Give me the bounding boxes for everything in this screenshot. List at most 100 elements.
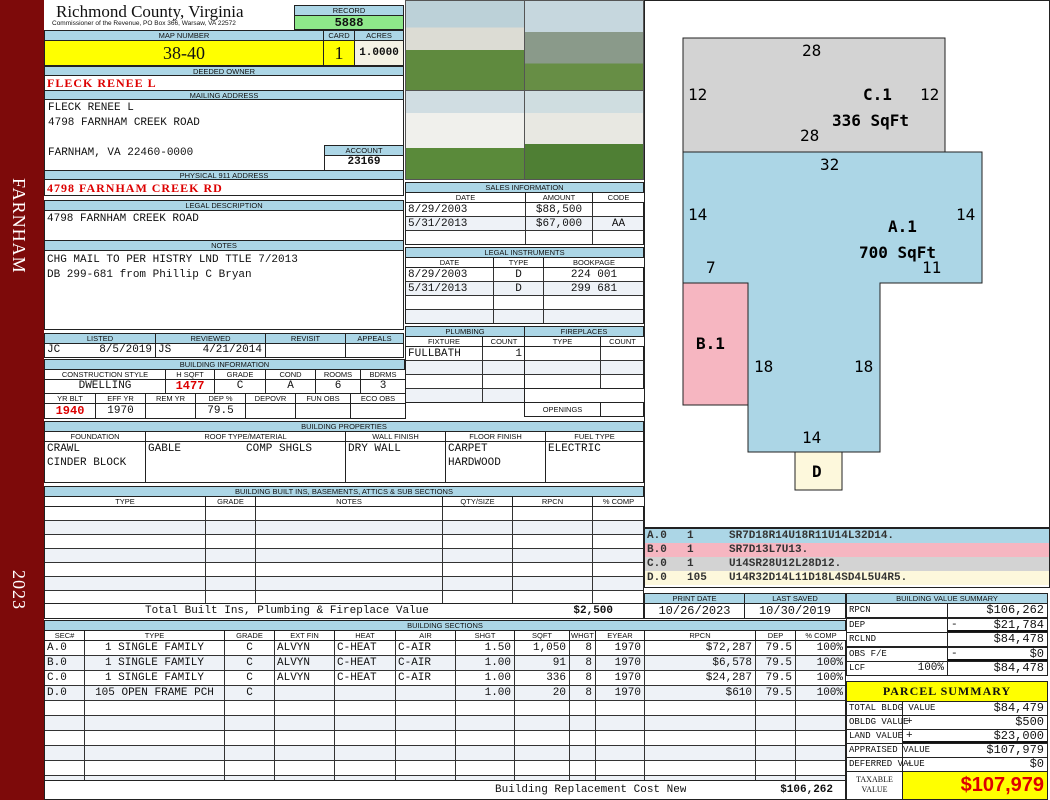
plumbing-body: FULLBATH 1 [405,346,525,403]
section-cell: 105 OPEN FRAME PCH [85,686,225,701]
sales-cell: 8/29/2003 [406,203,526,217]
builtin-row [45,549,643,563]
section-cell: ALVYN [275,641,335,656]
section-cell [335,761,396,776]
sketch-dimension: 28 [800,126,819,145]
property-photo[interactable] [524,90,644,180]
builtin-cell [256,535,443,549]
sketch-code-row: A.0 1 SR7D18R14U18R11U14L32D14. [645,529,1049,543]
building-info-value: 1970 [95,403,146,419]
parcel-label-cell: TOTAL BLDG VALUE [846,701,935,716]
card-number: 1 [323,40,355,66]
section-cell [570,701,596,716]
section-cell [756,746,796,761]
mailing-line: 4798 FARNHAM CREEK ROAD [48,117,200,129]
builtins-total-value: $2,500 [573,605,613,617]
building-info-value: DWELLING [44,379,166,394]
section-cell: C-HEAT [335,656,396,671]
wall-finish: DRY WALL [345,441,446,483]
section-cell: 1970 [596,641,645,656]
appeals-value [345,343,404,358]
builtin-cell [256,521,443,535]
foundation-value: CRAWL [47,443,81,455]
section-cell [275,716,335,731]
building-info-value: 79.5 [195,403,246,419]
section-cell [396,731,456,746]
section-cell [456,746,515,761]
plumbing-row: FULLBATH 1 [406,347,524,361]
section-cell: B.0 [45,656,85,671]
section-cell [45,731,85,746]
builtins-total-label: Total Built Ins, Plumbing & Fireplace Va… [145,605,429,617]
builtins-total: Total Built Ins, Plumbing & Fireplace Va… [44,603,644,619]
builtin-cell [256,577,443,591]
builtin-cell [513,507,593,521]
building-info-value [350,403,406,419]
section-cell [335,686,396,701]
section-cell: $72,287 [645,641,756,656]
openings-label: OPENINGS [524,402,601,417]
section-cell [570,716,596,731]
sales-row: 5/31/2013 $67,000 AA [406,217,643,231]
section-cell [396,761,456,776]
parcel-summary-value: $84,479 [993,702,1044,715]
floor-finish: HARDWOOD [448,457,501,469]
parcel-value-cell: + $23,000 [902,729,1048,744]
parcel-summary-value: $500 [1015,716,1044,729]
section-row: B.0 1 SINGLE FAMILY C ALVYN C-HEAT C-AIR 1.00 9… [45,656,845,671]
section-cell: 100% [796,656,845,671]
section-cell: $610 [645,686,756,701]
revisit-value [265,343,346,358]
fireplace-cell [601,375,643,388]
sketch-code-section: D.0 [647,572,667,584]
parcel-label-cell: DEFERRED VALUE [846,757,925,772]
builtin-cell [45,563,206,577]
builtin-row [45,577,643,591]
parcel-summary-label: TOTAL BLDG VALUE [849,703,936,713]
property-photo[interactable] [405,0,525,91]
value-summary-label-cell: OBS F/E [846,646,948,662]
builtin-cell [593,563,643,577]
sales-row [406,231,643,244]
sketch-code-section: C.0 [647,558,667,570]
property-photo[interactable] [524,0,644,91]
instrument-row: 8/29/2003 D 224 001 [406,268,643,282]
parcel-summary-label: OBLDG VALUE [849,717,909,727]
section-cell [515,716,570,731]
physical-address: 4798 FARNHAM CREEK RD [44,179,404,196]
parcel-summary-label: LAND VALUE [849,731,904,741]
section-cell: 20 [515,686,570,701]
building-sketch[interactable]: 28 12 12 28 C.1 336 SqFt 32 14 14 A.1 70… [644,0,1050,528]
builtin-cell [513,535,593,549]
sketch-code-row: D.0 105 U14R32D14L11D18L4SD4L5U4R5. [645,571,1049,585]
value-summary-label-cell: DEP [846,617,948,633]
sketch-dimension: 28 [802,41,821,60]
sales-cell: $67,000 [526,217,593,231]
section-cell [275,746,335,761]
instrument-cell: 299 681 [544,282,643,296]
section-cell [456,761,515,776]
section-cell [45,716,85,731]
tax-year: 2023 [9,570,29,610]
building-info-value: 1940 [44,403,96,419]
section-cell [396,686,456,701]
parcel-summary-value: $0 [1029,758,1044,771]
sketch-dimension: 14 [956,205,975,224]
value-summary-label: RCLND [849,634,877,644]
section-row [45,761,845,776]
sales-body: 8/29/2003 $88,500 5/31/2013 $67,000 AA [405,202,644,245]
value-summary-value: $84,478 [993,662,1044,675]
sketch-code-row: C.0 1 U14SR28U12L28D12. [645,557,1049,571]
instrument-cell: 224 001 [544,268,643,282]
instrument-cell [406,296,494,310]
section-cell [515,746,570,761]
reviewed-by: JS [158,344,172,356]
section-cell: C.0 [45,671,85,686]
builtin-row [45,535,643,549]
section-cell: 100% [796,641,845,656]
instrument-cell [494,296,544,310]
building-sections-label: BUILDING SECTIONS [44,620,846,631]
property-photo[interactable] [405,90,525,180]
section-cell: 100% [796,686,845,701]
plumbing-row [406,361,524,375]
